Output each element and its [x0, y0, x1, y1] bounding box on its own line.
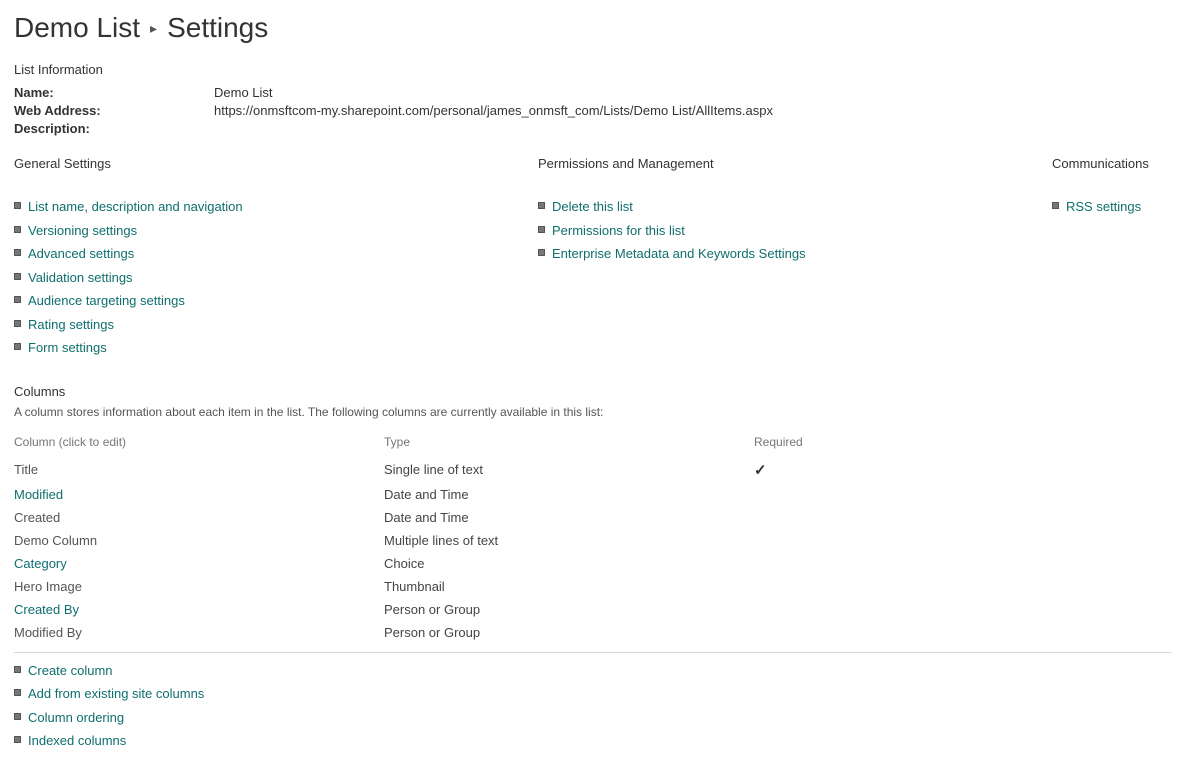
general-settings-link[interactable]: Advanced settings: [28, 246, 134, 261]
name-label: Name:: [14, 85, 214, 100]
permissions-list: Delete this list Permissions for this lis…: [538, 195, 1028, 266]
column-action-link[interactable]: Indexed columns: [28, 733, 126, 748]
list-info-table: Name: Demo List Web Address: https://onm…: [14, 85, 1172, 136]
permissions-link[interactable]: Permissions for this list: [552, 223, 685, 238]
table-row: Modified By Person or Group: [14, 621, 1172, 644]
column-name-link[interactable]: Category: [14, 556, 67, 571]
column-required: [754, 621, 1172, 644]
general-settings-link[interactable]: List name, description and navigation: [28, 199, 243, 214]
communications-list: RSS settings: [1052, 195, 1172, 219]
breadcrumb-sep-icon: ▸: [150, 21, 157, 35]
webaddress-value: https://onmsftcom-my.sharepoint.com/pers…: [214, 103, 773, 118]
permissions-col: Permissions and Management Delete this l…: [538, 156, 1028, 360]
list-item: Rating settings: [14, 313, 514, 337]
list-item: Validation settings: [14, 266, 514, 290]
column-required: [754, 598, 1172, 621]
columns-table: Column (click to edit) Type Required Tit…: [14, 431, 1172, 644]
list-item: Indexed columns: [14, 729, 1172, 753]
list-info-heading: List Information: [14, 62, 1172, 77]
table-row: Modified Date and Time: [14, 483, 1172, 506]
list-item: Create column: [14, 659, 1172, 683]
column-action-link[interactable]: Column ordering: [28, 710, 124, 725]
list-item: Delete this list: [538, 195, 1028, 219]
general-settings-col: General Settings List name, description …: [14, 156, 514, 360]
general-settings-list: List name, description and navigation Ver…: [14, 195, 514, 360]
column-action-link[interactable]: Create column: [28, 663, 113, 678]
list-item: Versioning settings: [14, 219, 514, 243]
columns-th-type: Type: [384, 431, 754, 457]
column-required: ✓: [754, 457, 1172, 483]
settings-groups: General Settings List name, description …: [14, 156, 1172, 360]
column-required: [754, 529, 1172, 552]
permissions-link[interactable]: Delete this list: [552, 199, 633, 214]
communications-heading: Communications: [1052, 156, 1172, 171]
column-required: [754, 575, 1172, 598]
column-type: Thumbnail: [384, 575, 754, 598]
general-settings-link[interactable]: Versioning settings: [28, 223, 137, 238]
column-action-link[interactable]: Add from existing site columns: [28, 686, 204, 701]
list-item: Audience targeting settings: [14, 289, 514, 313]
table-row: Hero Image Thumbnail: [14, 575, 1172, 598]
table-row: Category Choice: [14, 552, 1172, 575]
webaddress-label: Web Address:: [14, 103, 214, 118]
general-settings-link[interactable]: Rating settings: [28, 317, 114, 332]
name-value: Demo List: [214, 85, 273, 100]
column-name: Title: [14, 462, 38, 477]
column-type: Person or Group: [384, 598, 754, 621]
column-required: [754, 552, 1172, 575]
column-name: Created: [14, 510, 60, 525]
table-row: Demo Column Multiple lines of text: [14, 529, 1172, 552]
column-required: [754, 483, 1172, 506]
breadcrumb: Demo List ▸ Settings: [14, 12, 1172, 44]
list-item: List name, description and navigation: [14, 195, 514, 219]
breadcrumb-settings: Settings: [167, 12, 268, 44]
communications-col: Communications RSS settings: [1052, 156, 1172, 360]
general-settings-link[interactable]: Validation settings: [28, 270, 133, 285]
column-name-link[interactable]: Modified: [14, 487, 63, 502]
column-required: [754, 506, 1172, 529]
list-item: Column ordering: [14, 706, 1172, 730]
general-settings-heading: General Settings: [14, 156, 514, 171]
column-type: Choice: [384, 552, 754, 575]
column-type: Multiple lines of text: [384, 529, 754, 552]
table-row: Created Date and Time: [14, 506, 1172, 529]
column-name: Hero Image: [14, 579, 82, 594]
column-actions-list: Create column Add from existing site colu…: [14, 659, 1172, 753]
column-type: Date and Time: [384, 483, 754, 506]
list-item: Form settings: [14, 336, 514, 360]
column-name-link[interactable]: Created By: [14, 602, 79, 617]
table-row: Title Single line of text✓: [14, 457, 1172, 483]
communications-link[interactable]: RSS settings: [1066, 199, 1141, 214]
columns-th-required: Required: [754, 431, 1172, 457]
general-settings-link[interactable]: Audience targeting settings: [28, 293, 185, 308]
general-settings-link[interactable]: Form settings: [28, 340, 107, 355]
list-item: Permissions for this list: [538, 219, 1028, 243]
list-item: Advanced settings: [14, 242, 514, 266]
divider: [14, 652, 1172, 653]
columns-th-name: Column (click to edit): [14, 431, 384, 457]
column-type: Date and Time: [384, 506, 754, 529]
description-label: Description:: [14, 121, 214, 136]
column-name: Modified By: [14, 625, 82, 640]
check-icon: ✓: [754, 462, 767, 479]
column-name: Demo Column: [14, 533, 97, 548]
permissions-heading: Permissions and Management: [538, 156, 1028, 171]
column-type: Person or Group: [384, 621, 754, 644]
columns-heading: Columns: [14, 384, 1172, 399]
permissions-link[interactable]: Enterprise Metadata and Keywords Setting…: [552, 246, 806, 261]
column-type: Single line of text: [384, 457, 754, 483]
breadcrumb-list-link[interactable]: Demo List: [14, 12, 140, 44]
table-row: Created By Person or Group: [14, 598, 1172, 621]
list-item: Enterprise Metadata and Keywords Setting…: [538, 242, 1028, 266]
columns-description: A column stores information about each i…: [14, 405, 1172, 419]
list-item: RSS settings: [1052, 195, 1172, 219]
list-item: Add from existing site columns: [14, 682, 1172, 706]
